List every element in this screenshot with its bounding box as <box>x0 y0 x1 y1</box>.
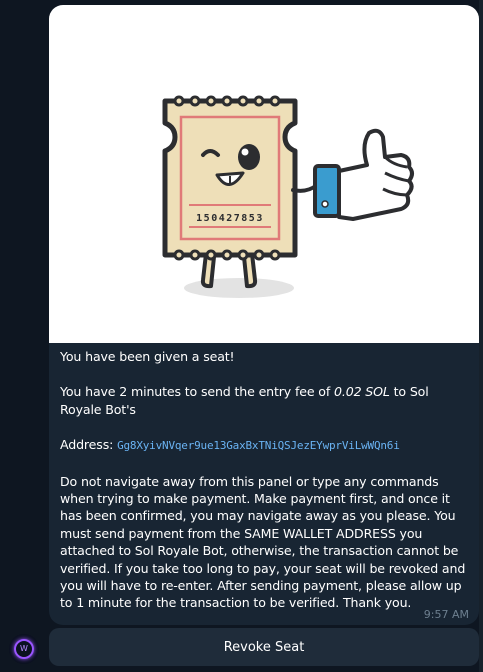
fee-line: You have 2 minutes to send the entry fee… <box>60 383 470 418</box>
ticket-mascot-illustration: 150427853 <box>162 95 414 298</box>
avatar-logo-icon: W <box>20 644 28 653</box>
payment-instructions: Do not navigate away from this panel or … <box>60 473 466 611</box>
window-edge <box>479 0 483 672</box>
address-label: Address: <box>60 437 118 453</box>
bot-avatar[interactable]: W <box>9 634 39 664</box>
fee-intro: You have 2 minutes to send the entry fee… <box>60 384 334 400</box>
revoke-seat-button[interactable]: Revoke Seat <box>49 628 479 666</box>
fee-amount: 0.02 SOL <box>334 384 390 400</box>
address-line: Address: Gg8XyivNVqer9ue13GaxBxTNiQSJezE… <box>60 436 470 454</box>
message-bubble: 150427853 You have been given a seat! Yo… <box>49 5 479 625</box>
message-text: You have been given a seat! You have 2 m… <box>60 348 470 625</box>
sticker-image[interactable]: 150427853 <box>49 5 479 343</box>
ticket-number: 150427853 <box>196 213 264 224</box>
message-timestamp: 9:57 AM <box>423 608 469 621</box>
seat-given-line: You have been given a seat! <box>60 349 235 364</box>
wallet-address[interactable]: Gg8XyivNVqer9ue13GaxBxTNiQSJezEYwprViLwW… <box>117 439 400 452</box>
